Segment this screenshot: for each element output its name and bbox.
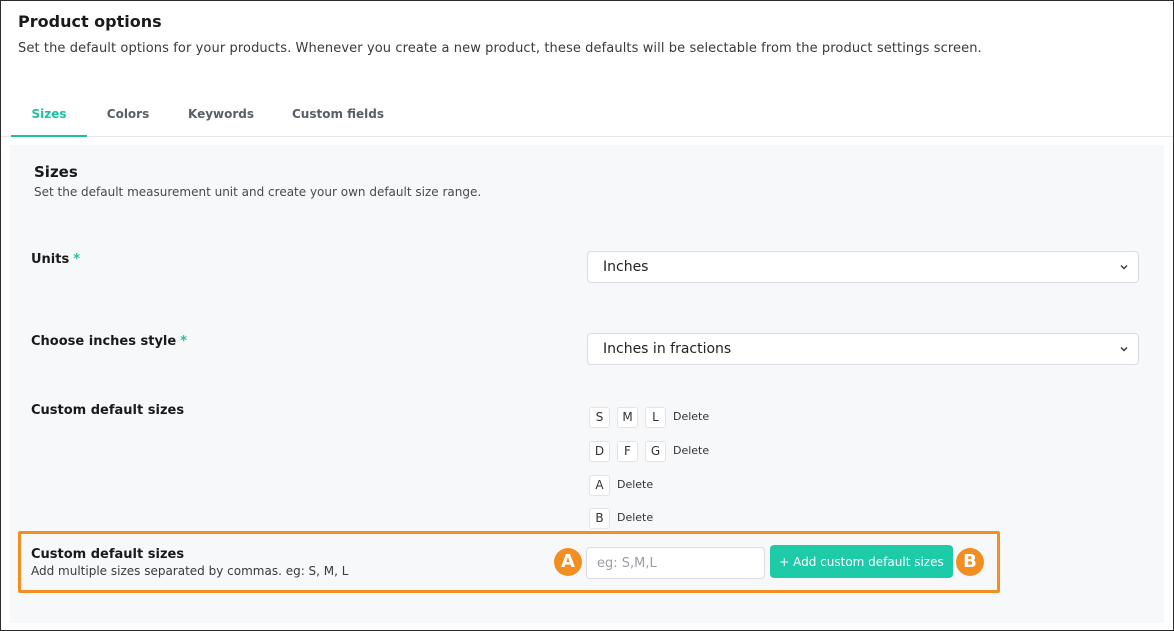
required-mark: * — [73, 252, 81, 267]
page-title: Product options — [18, 12, 162, 31]
add-custom-sizes-button[interactable]: + Add custom default sizes — [770, 545, 953, 578]
size-chip: D — [589, 441, 610, 462]
page-subtitle: Set the default options for your product… — [18, 41, 982, 56]
size-chip: F — [617, 441, 638, 462]
product-options-page: Product options Set the default options … — [0, 0, 1174, 631]
section-description: Set the default measurement unit and cre… — [34, 185, 482, 199]
size-chip: L — [645, 407, 666, 428]
delete-size-group-link[interactable]: Delete — [617, 478, 653, 491]
callout-b-badge: B — [956, 548, 984, 576]
inches-style-select[interactable]: Inches in fractions — [587, 333, 1139, 365]
tab-keywords[interactable]: Keywords — [181, 97, 261, 137]
add-sizes-label: Custom default sizes — [31, 547, 185, 562]
units-select-value: Inches — [603, 259, 649, 275]
custom-sizes-input[interactable] — [586, 547, 765, 579]
callout-a-badge: A — [554, 548, 582, 576]
required-mark: * — [180, 334, 188, 349]
size-chip: M — [617, 407, 638, 428]
sizes-panel: Sizes Set the default measurement unit a… — [10, 145, 1164, 623]
delete-size-group-link[interactable]: Delete — [673, 410, 709, 423]
size-chip: A — [589, 475, 610, 496]
delete-size-group-link[interactable]: Delete — [617, 511, 653, 524]
units-select[interactable]: Inches — [587, 251, 1139, 283]
inches-style-label: Choose inches style * — [31, 334, 188, 349]
tab-custom-fields[interactable]: Custom fields — [283, 97, 393, 137]
chevron-down-icon — [1120, 347, 1128, 352]
custom-sizes-label: Custom default sizes — [31, 403, 185, 418]
size-chip: S — [589, 407, 610, 428]
tab-colors[interactable]: Colors — [95, 97, 161, 137]
tab-bar: Sizes Colors Keywords Custom fields — [1, 97, 1173, 137]
delete-size-group-link[interactable]: Delete — [673, 444, 709, 457]
add-sizes-help-text: Add multiple sizes separated by commas. … — [31, 564, 349, 578]
chevron-down-icon — [1120, 265, 1128, 270]
units-label: Units * — [31, 252, 81, 267]
size-chip: G — [645, 441, 666, 462]
section-title: Sizes — [34, 163, 78, 181]
inches-style-select-value: Inches in fractions — [603, 341, 732, 357]
size-chip: B — [589, 508, 610, 529]
tab-sizes[interactable]: Sizes — [11, 97, 87, 137]
